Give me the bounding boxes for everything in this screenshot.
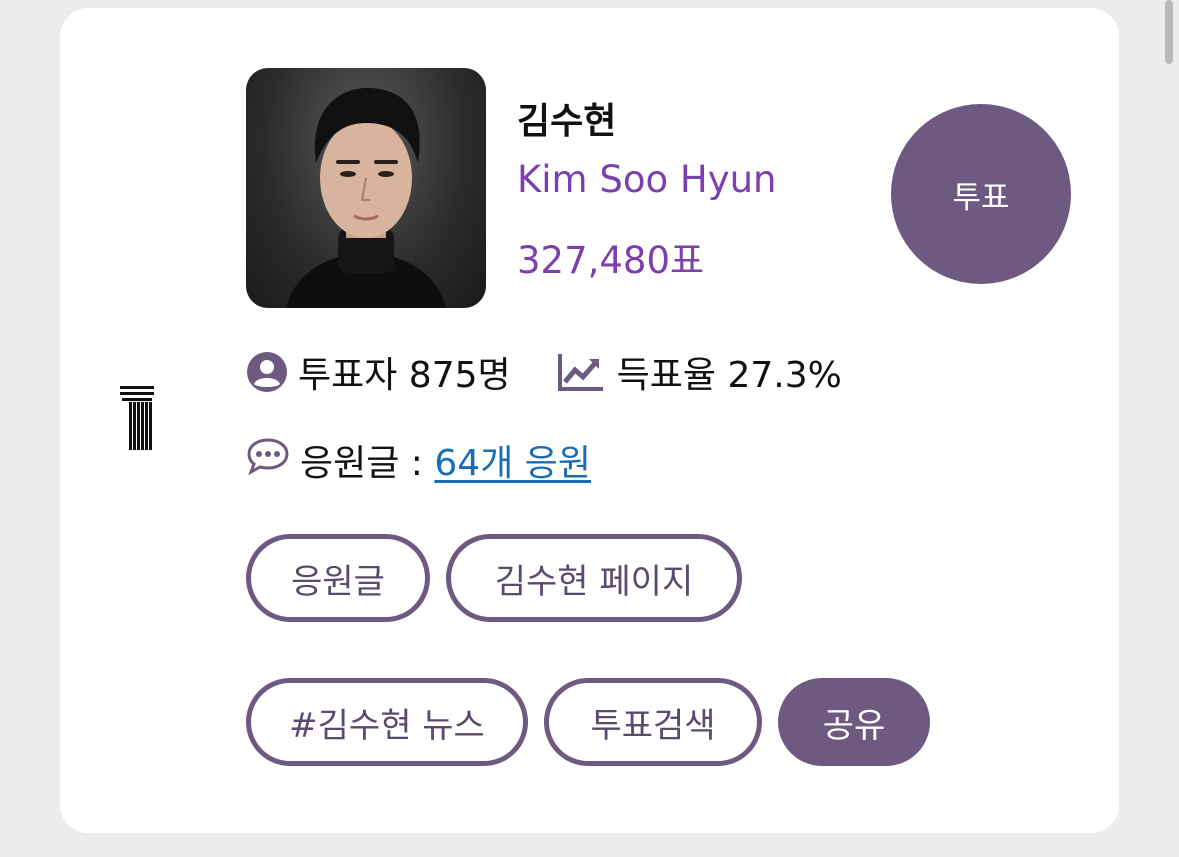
vote-count: 327,480표 — [517, 239, 705, 282]
rank-icon — [120, 386, 156, 452]
user-circle-icon — [246, 351, 288, 393]
profile-photo — [246, 68, 486, 308]
candidate-name-english: Kim Soo Hyun — [517, 158, 777, 201]
voter-count: 투표자 875명 — [298, 355, 511, 396]
candidate-page-button[interactable]: 김수현 페이지 — [446, 534, 742, 622]
scrollbar[interactable] — [1165, 0, 1173, 64]
vote-button[interactable]: 투표 — [891, 104, 1071, 284]
vote-search-button[interactable]: 투표검색 — [544, 678, 762, 766]
comment-count-link[interactable]: 64개 응원 — [434, 434, 591, 486]
stats-row: 투표자 875명 득표율 27.3% — [246, 348, 842, 396]
cheer-button[interactable]: 응원글 — [246, 534, 430, 622]
trend-chart-icon — [557, 352, 605, 392]
vote-rate: 득표율 27.3% — [616, 355, 842, 396]
comment-label: 응원글 : — [300, 443, 435, 484]
chat-bubble-icon — [246, 436, 290, 485]
share-button[interactable]: 공유 — [778, 678, 930, 766]
news-hashtag-button[interactable]: #김수현 뉴스 — [246, 678, 528, 766]
comment-row: 응원글 : 64개 응원 — [246, 436, 591, 484]
candidate-name-korean: 김수현 — [517, 101, 617, 142]
